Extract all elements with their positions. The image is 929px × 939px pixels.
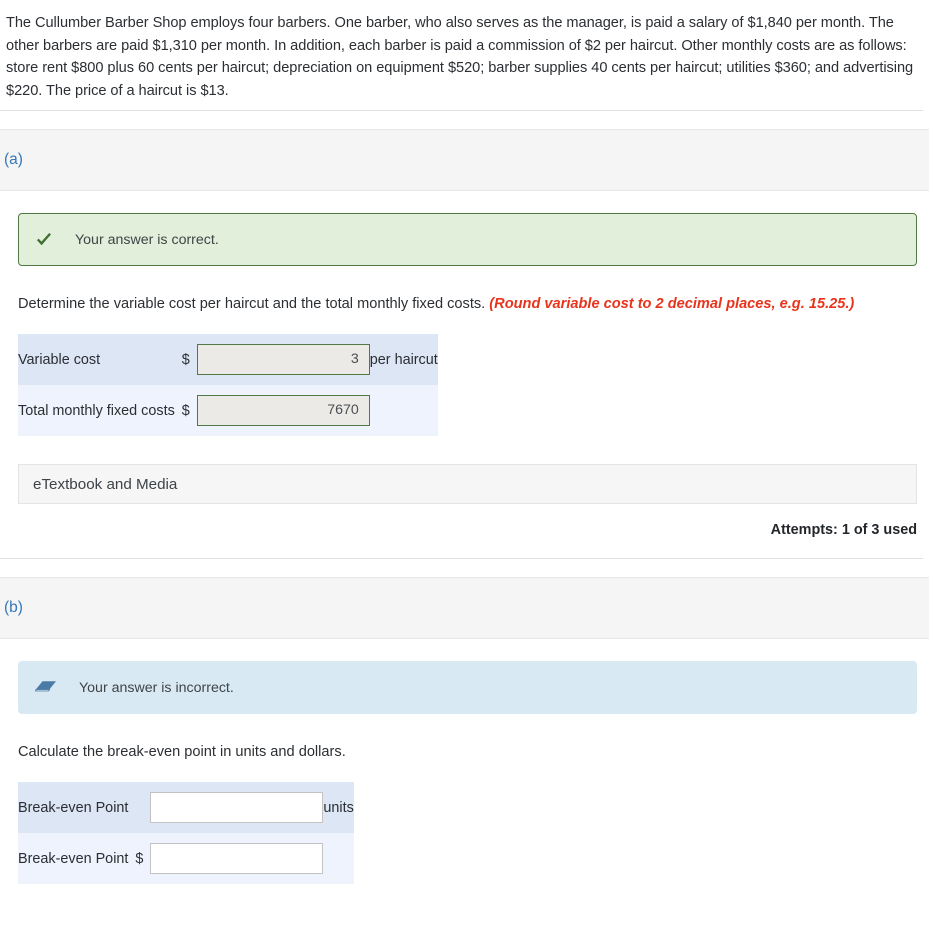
break-even-units-input[interactable] bbox=[150, 792, 324, 823]
status-banner-a-text: Your answer is correct. bbox=[75, 231, 219, 248]
table-row: Total monthly fixed costs $ bbox=[18, 385, 438, 436]
currency-symbol: $ bbox=[174, 334, 197, 385]
spacer-before-part-b bbox=[0, 559, 929, 577]
table-row: Break-even Point units bbox=[18, 782, 354, 833]
part-a-header: (a) bbox=[0, 129, 929, 191]
prompt-b-text: Calculate the break-even point in units … bbox=[18, 744, 346, 760]
row-suffix: per haircut bbox=[369, 334, 438, 385]
check-icon bbox=[35, 231, 53, 249]
row-label: Total monthly fixed costs bbox=[18, 385, 175, 436]
currency-symbol bbox=[128, 782, 151, 833]
break-even-dollars-input[interactable] bbox=[150, 843, 324, 874]
status-banner-b-text: Your answer is incorrect. bbox=[79, 679, 234, 696]
currency-symbol: $ bbox=[174, 385, 197, 436]
part-b-header: (b) bbox=[0, 577, 929, 639]
status-banner-a: Your answer is correct. bbox=[18, 213, 917, 266]
etextbook-label: eTextbook and Media bbox=[33, 475, 178, 493]
bottom-spacer bbox=[0, 884, 929, 918]
spacer-after-statement bbox=[0, 111, 929, 129]
answer-table-b: Break-even Point units Break-even Point … bbox=[18, 782, 354, 884]
part-a-label: (a) bbox=[4, 151, 23, 168]
row-suffix bbox=[369, 385, 438, 436]
table-row: Variable cost $ per haircut bbox=[18, 334, 438, 385]
total-fixed-costs-input[interactable] bbox=[196, 395, 370, 426]
eraser-icon bbox=[35, 680, 57, 696]
spacer-after-attempts bbox=[0, 538, 929, 558]
variable-cost-input[interactable] bbox=[196, 344, 370, 375]
prompt-b: Calculate the break-even point in units … bbox=[18, 742, 929, 762]
answer-table-a: Variable cost $ per haircut Total monthl… bbox=[18, 334, 438, 436]
part-b-label: (b) bbox=[4, 599, 23, 616]
row-label: Variable cost bbox=[18, 334, 175, 385]
prompt-a: Determine the variable cost per haircut … bbox=[18, 294, 929, 314]
row-suffix bbox=[323, 833, 354, 884]
row-suffix: units bbox=[323, 782, 354, 833]
exercise-page: The Cullumber Barber Shop employs four b… bbox=[0, 0, 929, 918]
currency-symbol: $ bbox=[128, 833, 151, 884]
etextbook-and-media-button[interactable]: eTextbook and Media bbox=[18, 464, 917, 504]
row-label: Break-even Point bbox=[18, 782, 129, 833]
attempts-counter-a: Attempts: 1 of 3 used bbox=[770, 522, 917, 538]
table-row: Break-even Point $ bbox=[18, 833, 354, 884]
problem-statement: The Cullumber Barber Shop employs four b… bbox=[6, 15, 914, 99]
prompt-a-text: Determine the variable cost per haircut … bbox=[18, 296, 490, 312]
prompt-a-hint: (Round variable cost to 2 decimal places… bbox=[489, 296, 855, 312]
status-banner-b: Your answer is incorrect. bbox=[18, 661, 917, 714]
row-label: Break-even Point bbox=[18, 833, 129, 884]
